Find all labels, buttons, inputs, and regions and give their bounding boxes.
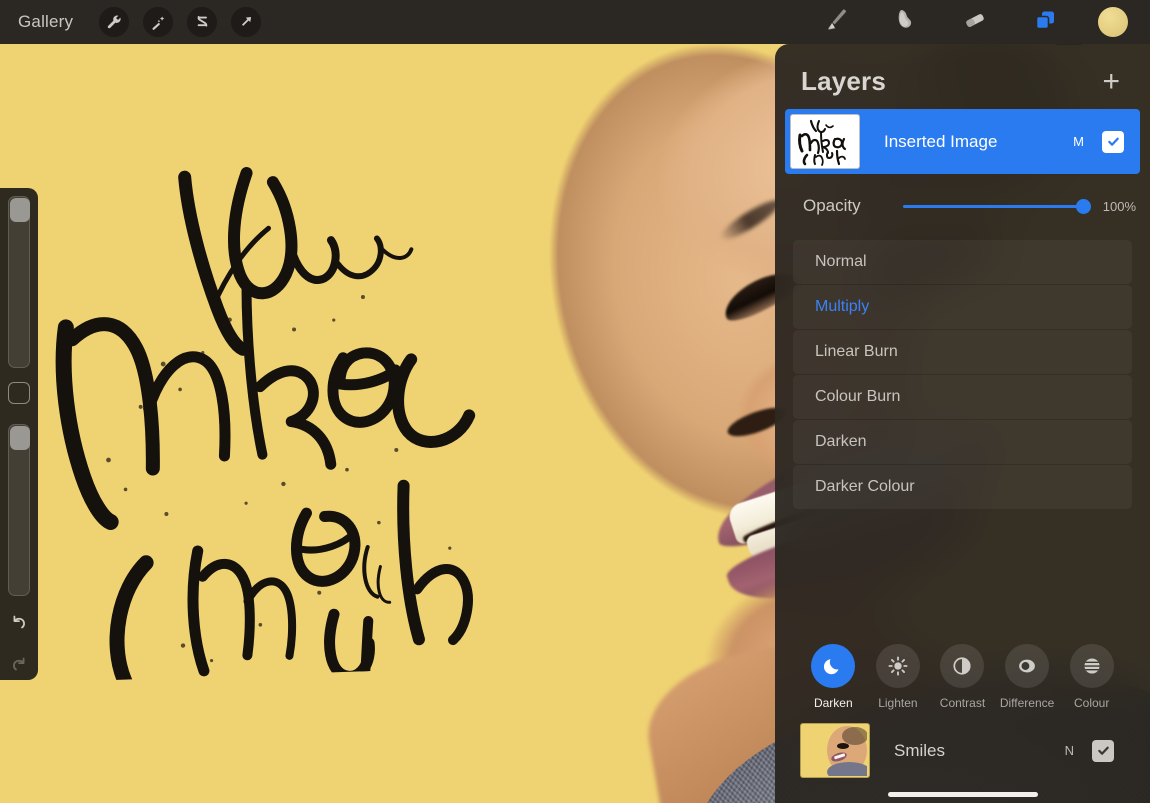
undo-arrow-icon xyxy=(8,611,30,638)
blend-category-lighten[interactable]: Lighten xyxy=(866,644,930,710)
redo-button[interactable] xyxy=(6,654,32,680)
layers-panel-header: Layers + xyxy=(775,44,1150,109)
top-toolbar: Gallery xyxy=(0,0,1150,44)
undo-button[interactable] xyxy=(6,612,32,638)
transform-button[interactable] xyxy=(231,7,262,37)
blend-mode-normal[interactable]: Normal xyxy=(793,240,1132,284)
blend-category-label: Difference xyxy=(999,696,1055,710)
blend-category-difference[interactable]: Difference xyxy=(995,644,1059,710)
brush-opacity-knob[interactable] xyxy=(10,425,30,450)
panel-title: Layers xyxy=(801,66,887,96)
layer-thumbnail xyxy=(790,114,860,169)
layer-row-smiles[interactable]: Smiles N xyxy=(795,718,1130,783)
layer-name: Inserted Image xyxy=(884,131,998,151)
add-layer-button[interactable]: + xyxy=(1098,66,1124,97)
brush-size-slider[interactable] xyxy=(8,196,30,369)
eraser-button[interactable] xyxy=(958,5,992,39)
blend-mode-label: Multiply xyxy=(815,298,870,315)
blend-category-darken[interactable]: Darken xyxy=(801,644,865,710)
home-indicator xyxy=(887,792,1038,797)
half-circle-icon xyxy=(940,644,985,688)
bottom-layer-container: Smiles N xyxy=(785,718,1140,783)
blend-mode-multiply[interactable]: Multiply xyxy=(793,285,1132,329)
opacity-label: Opacity xyxy=(803,196,861,215)
blend-mode-label: Darken xyxy=(815,433,867,450)
sun-icon xyxy=(875,644,920,688)
selection-button[interactable] xyxy=(187,7,218,37)
layer-name: Smiles xyxy=(894,740,946,760)
paintbrush-icon xyxy=(820,5,850,40)
blend-category-label: Contrast xyxy=(939,696,986,710)
actions-wrench-button[interactable] xyxy=(99,7,130,37)
opacity-slider-knob[interactable] xyxy=(1076,198,1091,214)
paint-brush-button[interactable] xyxy=(818,5,852,39)
brush-size-knob[interactable] xyxy=(10,198,30,222)
layers-button[interactable] xyxy=(1028,5,1062,39)
blend-mode-label: Normal xyxy=(815,253,867,270)
opacity-slider[interactable] xyxy=(902,198,1091,214)
right-tool-group xyxy=(818,5,1128,39)
gallery-button[interactable]: Gallery xyxy=(18,12,73,32)
wrench-icon xyxy=(106,14,123,31)
smudge-icon xyxy=(890,5,920,40)
colour-swatch-button[interactable] xyxy=(1098,7,1128,37)
blend-category-label: Lighten xyxy=(878,696,918,710)
modify-button[interactable] xyxy=(8,382,30,404)
blend-mode-list: Normal Multiply Linear Burn Colour Burn … xyxy=(793,240,1132,509)
redo-arrow-icon xyxy=(8,653,30,680)
selection-s-icon xyxy=(194,14,211,31)
brush-lettering-artwork xyxy=(36,146,524,724)
layer-thumbnail xyxy=(800,723,870,778)
blend-mode-darker-colour[interactable]: Darker Colour xyxy=(793,465,1132,509)
left-tool-group xyxy=(99,7,262,37)
moon-icon xyxy=(811,644,856,688)
procreate-app: Gallery Layers + Inserted Image M Opacit… xyxy=(0,0,1150,803)
checkmark-icon xyxy=(1107,135,1120,148)
blend-mode-darken[interactable]: Darken xyxy=(793,420,1132,464)
blend-category-colour[interactable]: Colour xyxy=(1060,644,1124,710)
blend-mode-colour-burn[interactable]: Colour Burn xyxy=(793,375,1132,419)
eraser-icon xyxy=(960,5,990,40)
blend-category-contrast[interactable]: Contrast xyxy=(930,644,994,710)
blend-category-tabs: Darken Lighten Contrast Difference Colou… xyxy=(775,644,1150,710)
layers-panel: Layers + Inserted Image M Opacity 100% N… xyxy=(775,44,1150,803)
layer-row-inserted-image[interactable]: Inserted Image M xyxy=(785,109,1140,174)
blend-mode-label: Colour Burn xyxy=(815,388,901,405)
striped-circle-icon xyxy=(1069,644,1114,688)
layers-icon xyxy=(1030,5,1060,40)
layer-blend-mode-abbrev[interactable]: M xyxy=(1073,134,1084,149)
checkmark-icon xyxy=(1097,744,1110,757)
opacity-row: Opacity 100% xyxy=(775,178,1150,234)
circle-in-circle-icon xyxy=(1005,644,1050,688)
blend-category-label: Darken xyxy=(813,696,853,710)
brush-opacity-slider[interactable] xyxy=(8,423,30,596)
blend-category-label: Colour xyxy=(1073,696,1110,710)
layer-visibility-checkbox[interactable] xyxy=(1092,739,1114,762)
smudge-button[interactable] xyxy=(888,5,922,39)
adjustments-wand-button[interactable] xyxy=(143,7,174,37)
layer-visibility-checkbox[interactable] xyxy=(1102,130,1124,153)
arrow-transform-icon xyxy=(238,14,255,31)
left-sidebar xyxy=(0,188,38,680)
opacity-value: 100% xyxy=(1102,198,1136,214)
blend-mode-linear-burn[interactable]: Linear Burn xyxy=(793,330,1132,374)
magic-wand-icon xyxy=(150,14,167,31)
blend-mode-label: Darker Colour xyxy=(815,478,915,495)
layer-blend-mode-abbrev[interactable]: N xyxy=(1065,743,1074,758)
blend-mode-label: Linear Burn xyxy=(815,343,898,360)
